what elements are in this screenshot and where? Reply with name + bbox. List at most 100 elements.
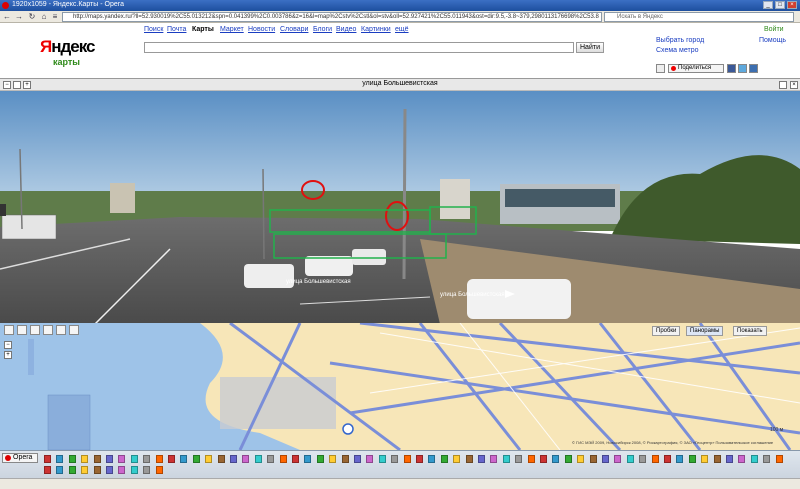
taskbar-app-icon[interactable] xyxy=(378,455,386,463)
taskbar-app-icon[interactable] xyxy=(726,455,733,463)
find-button[interactable]: Найти xyxy=(576,42,604,53)
twitter-icon[interactable] xyxy=(738,64,747,73)
taskbar-app-icon[interactable] xyxy=(465,455,473,463)
taskbar-app-icon[interactable] xyxy=(738,455,746,463)
forward-icon[interactable]: → xyxy=(14,12,24,22)
taskbar-app-icon[interactable] xyxy=(403,455,411,463)
history-icon[interactable]: ≡ xyxy=(50,12,60,22)
taskbar-app-icon[interactable] xyxy=(416,455,423,463)
taskbar-app-icon[interactable] xyxy=(639,455,647,463)
taskbar-app-icon[interactable] xyxy=(688,455,696,463)
taskbar-app-icon[interactable] xyxy=(44,466,51,474)
maximize-button[interactable]: □ xyxy=(775,1,785,9)
help-link[interactable]: Помощь xyxy=(759,37,786,44)
taskbar-app-icon[interactable] xyxy=(217,455,225,463)
taskbar-app-icon[interactable] xyxy=(701,455,709,463)
taskbar-app-icon[interactable] xyxy=(366,455,374,463)
taskbar-app-icon[interactable] xyxy=(292,455,299,463)
taskbar-app-icon[interactable] xyxy=(56,466,64,474)
hand-tool-icon[interactable] xyxy=(4,325,14,335)
service-market[interactable]: Маркет xyxy=(220,26,244,33)
traffic-toggle[interactable]: Пробки xyxy=(652,326,681,336)
taskbar-app-icon[interactable] xyxy=(155,466,163,474)
taskbar-app-icon[interactable] xyxy=(750,455,758,463)
taskbar-app-icon[interactable] xyxy=(540,455,547,463)
taskbar-app-icon[interactable] xyxy=(304,455,312,463)
panoramas-toggle[interactable]: Панорамы xyxy=(686,326,724,336)
reload-icon[interactable]: ↻ xyxy=(27,12,37,22)
taskbar-app-icon[interactable] xyxy=(490,455,498,463)
taskbar-app-icon[interactable] xyxy=(713,455,721,463)
taskbar-app-icon[interactable] xyxy=(143,466,151,474)
home-icon[interactable]: ⌂ xyxy=(39,12,49,22)
taskbar-app-icon[interactable] xyxy=(56,455,64,463)
taskbar-app-icon[interactable] xyxy=(614,455,622,463)
taskbar-app-icon[interactable] xyxy=(775,455,783,463)
map-canvas[interactable] xyxy=(0,323,800,450)
taskbar-app-icon[interactable] xyxy=(763,455,771,463)
taskbar-app-icon[interactable] xyxy=(354,455,361,463)
taskbar-app-icon[interactable] xyxy=(118,455,126,463)
taskbar-app-icon[interactable] xyxy=(106,455,113,463)
taskbar-app-icon[interactable] xyxy=(254,455,262,463)
taskbar-app-icon[interactable] xyxy=(106,466,113,474)
vkontakte-icon[interactable] xyxy=(749,64,758,73)
print-tool-icon[interactable] xyxy=(69,325,79,335)
minimize-button[interactable]: _ xyxy=(763,1,773,9)
taskbar-app-icon[interactable] xyxy=(205,455,213,463)
taskbar-app-icon[interactable] xyxy=(552,455,560,463)
taskbar-app-icon[interactable] xyxy=(391,455,399,463)
opera-taskbar-button[interactable]: Opera xyxy=(2,453,38,463)
address-bar[interactable]: http://maps.yandex.ru/?ll=52.930019%2C55… xyxy=(62,12,602,22)
taskbar-app-icon[interactable] xyxy=(242,455,250,463)
taskbar-app-icon[interactable] xyxy=(527,455,535,463)
close-button[interactable]: × xyxy=(787,1,797,9)
service-mail[interactable]: Почта xyxy=(167,26,186,33)
taskbar-app-icon[interactable] xyxy=(279,455,287,463)
taskbar-app-icon[interactable] xyxy=(180,455,188,463)
close-panorama-icon[interactable]: × xyxy=(790,81,798,89)
taskbar-app-icon[interactable] xyxy=(564,455,572,463)
choose-city-link[interactable]: Выбрать город xyxy=(656,37,704,44)
taskbar-app-icon[interactable] xyxy=(453,455,461,463)
metro-map-link[interactable]: Схема метро xyxy=(656,47,699,54)
taskbar-app-icon[interactable] xyxy=(130,455,138,463)
expand-icon[interactable] xyxy=(779,81,787,89)
taskbar-app-icon[interactable] xyxy=(329,455,337,463)
route-tool-icon[interactable] xyxy=(43,325,53,335)
map-zoom-in-icon[interactable]: + xyxy=(4,351,12,359)
taskbar-app-icon[interactable] xyxy=(68,466,76,474)
taskbar-app-icon[interactable] xyxy=(93,466,101,474)
taskbar-app-icon[interactable] xyxy=(68,455,76,463)
taskbar-app-icon[interactable] xyxy=(478,455,485,463)
taskbar-app-icon[interactable] xyxy=(602,455,609,463)
zoom-tool-icon[interactable] xyxy=(17,325,27,335)
service-blogs[interactable]: Блоги xyxy=(313,26,332,33)
taskbar-app-icon[interactable] xyxy=(93,455,101,463)
taskbar-app-icon[interactable] xyxy=(81,455,89,463)
link-tool-icon[interactable] xyxy=(56,325,66,335)
pano-left-arrow-icon[interactable] xyxy=(0,204,6,216)
taskbar-app-icon[interactable] xyxy=(192,455,200,463)
service-search[interactable]: Поиск xyxy=(144,26,163,33)
taskbar-app-icon[interactable] xyxy=(515,455,523,463)
taskbar-app-icon[interactable] xyxy=(589,455,597,463)
print-icon[interactable] xyxy=(656,64,665,73)
taskbar-app-icon[interactable] xyxy=(168,455,175,463)
browser-search-input[interactable]: Искать в Яндекс xyxy=(604,12,794,22)
taskbar-app-icon[interactable] xyxy=(230,455,237,463)
taskbar-app-icon[interactable] xyxy=(651,455,659,463)
service-images[interactable]: Картинки xyxy=(361,26,391,33)
service-video[interactable]: Видео xyxy=(336,26,356,33)
taskbar-app-icon[interactable] xyxy=(130,466,138,474)
taskbar-app-icon[interactable] xyxy=(440,455,448,463)
service-more[interactable]: ещё xyxy=(395,26,409,33)
taskbar-app-icon[interactable] xyxy=(676,455,684,463)
taskbar-app-icon[interactable] xyxy=(502,455,510,463)
show-dropdown[interactable]: Показать xyxy=(733,326,767,336)
taskbar-app-icon[interactable] xyxy=(118,466,126,474)
taskbar-app-icon[interactable] xyxy=(316,455,324,463)
login-link[interactable]: Войти xyxy=(764,26,784,33)
taskbar-app-icon[interactable] xyxy=(44,455,51,463)
map-view[interactable]: − + Пробки Панорамы Показать © ГИС МЭЙ 2… xyxy=(0,323,800,450)
